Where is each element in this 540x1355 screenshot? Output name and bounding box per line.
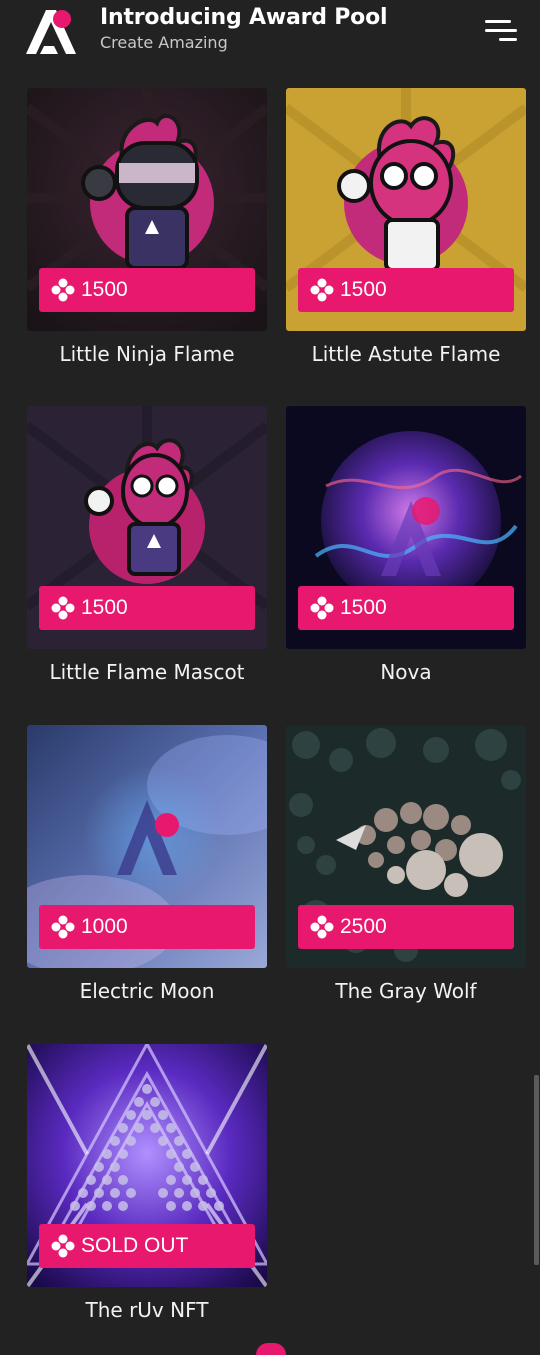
token-icon xyxy=(310,278,334,302)
nft-card-little-astute-flame[interactable]: 1500 Little Astute Flame xyxy=(286,88,526,367)
token-icon xyxy=(310,596,334,620)
price-value: 1000 xyxy=(81,915,128,938)
nft-card-nova[interactable]: 1500 Nova xyxy=(286,406,526,685)
token-icon xyxy=(51,915,75,939)
nft-name: The Gray Wolf xyxy=(335,979,477,1003)
nft-name: Electric Moon xyxy=(79,979,215,1003)
price-value: 2500 xyxy=(340,915,387,938)
price-value: 1500 xyxy=(340,596,387,619)
price-value: 1500 xyxy=(340,278,387,301)
floating-action-button[interactable] xyxy=(256,1343,286,1355)
nft-name: Little Flame Mascot xyxy=(49,660,245,684)
nft-image: 1500 xyxy=(27,406,267,649)
nft-card-electric-moon[interactable]: 1000 Electric Moon xyxy=(27,725,267,1004)
price-value: 1500 xyxy=(81,596,128,619)
nft-name: Little Astute Flame xyxy=(311,342,501,366)
nft-grid: 1500 Little Ninja Flame 1500 Little Astu… xyxy=(0,0,540,1349)
price-value: SOLD OUT xyxy=(81,1234,189,1257)
nft-name: Little Ninja Flame xyxy=(59,342,235,366)
scrollbar[interactable] xyxy=(534,1075,539,1265)
price-badge: 1500 xyxy=(298,586,514,630)
nft-image: 1500 xyxy=(286,406,526,649)
token-icon xyxy=(51,596,75,620)
nft-image: 1000 xyxy=(27,725,267,968)
token-icon xyxy=(51,278,75,302)
nft-image: 1500 xyxy=(286,88,526,331)
nft-image: 2500 xyxy=(286,725,526,968)
token-icon xyxy=(51,1234,75,1258)
nft-name: Nova xyxy=(380,660,432,684)
nft-card-the-ruv-nft[interactable]: SOLD OUT The rUv NFT xyxy=(27,1044,267,1323)
price-badge: SOLD OUT xyxy=(39,1224,255,1268)
nft-card-little-ninja-flame[interactable]: 1500 Little Ninja Flame xyxy=(27,88,267,367)
price-badge: 1000 xyxy=(39,905,255,949)
price-badge: 1500 xyxy=(39,268,255,312)
price-badge: 1500 xyxy=(39,586,255,630)
nft-image: SOLD OUT xyxy=(27,1044,267,1287)
price-value: 1500 xyxy=(81,278,128,301)
price-badge: 1500 xyxy=(298,268,514,312)
nft-name: The rUv NFT xyxy=(85,1298,209,1322)
price-badge: 2500 xyxy=(298,905,514,949)
nft-image: 1500 xyxy=(27,88,267,331)
token-icon xyxy=(310,915,334,939)
nft-card-little-flame-mascot[interactable]: 1500 Little Flame Mascot xyxy=(27,406,267,685)
nft-card-the-gray-wolf[interactable]: 2500 The Gray Wolf xyxy=(286,725,526,1004)
